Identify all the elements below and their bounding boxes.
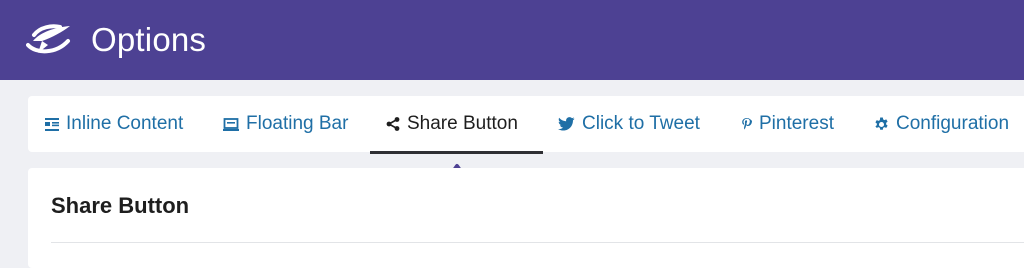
tab-configuration[interactable]: Configuration — [874, 96, 1009, 152]
options-tab-bar: Inline Content Floating Bar Share Button — [28, 96, 1024, 152]
floating-bar-icon — [223, 117, 239, 131]
app-header: Options — [0, 0, 1024, 80]
twitter-icon — [558, 117, 575, 131]
inline-content-icon — [45, 117, 59, 131]
gear-icon — [874, 116, 889, 132]
tab-label: Floating Bar — [246, 113, 349, 134]
tab-label: Click to Tweet — [582, 113, 700, 134]
tab-floating-bar[interactable]: Floating Bar — [223, 96, 348, 152]
active-tab-indicator — [370, 151, 543, 154]
panel-title: Share Button — [51, 193, 190, 218]
tab-share-button[interactable]: Share Button — [386, 96, 518, 152]
tab-label: Share Button — [407, 113, 518, 134]
tab-inline-content[interactable]: Inline Content — [45, 96, 183, 152]
tab-label: Inline Content — [66, 113, 184, 134]
pinterest-icon — [741, 117, 752, 132]
tab-label: Pinterest — [759, 113, 834, 134]
paper-plane-orbit-logo-icon — [26, 24, 70, 54]
divider — [51, 242, 1024, 243]
share-button-panel: Share Button — [28, 168, 1024, 268]
tab-label: Configuration — [896, 113, 1010, 134]
tab-pinterest[interactable]: Pinterest — [741, 96, 834, 152]
share-icon — [386, 117, 400, 131]
tab-click-to-tweet[interactable]: Click to Tweet — [558, 96, 700, 152]
page-title: Options — [91, 21, 207, 58]
